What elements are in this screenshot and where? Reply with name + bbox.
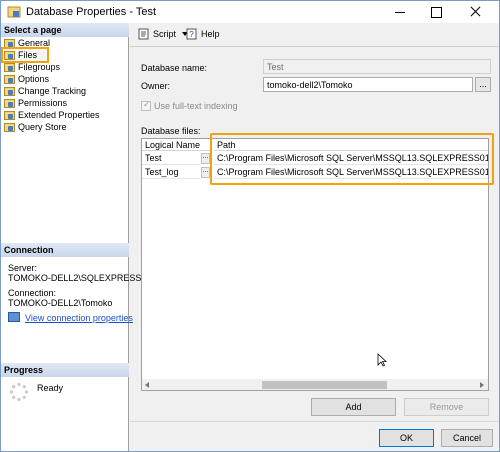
database-name-field: Test <box>263 59 491 74</box>
server-value: TOMOKO-DELL2\SQLEXPRESS0 <box>8 273 147 283</box>
script-icon <box>138 28 149 40</box>
page-item-change-tracking[interactable]: Change Tracking <box>3 85 123 97</box>
page-item-permissions[interactable]: Permissions <box>3 97 123 109</box>
page-icon <box>3 74 15 84</box>
connection-value: TOMOKO-DELL2\Tomoko <box>8 298 113 308</box>
title-bar: Database Properties - Test <box>1 1 499 23</box>
database-name-label: Database name: <box>141 63 208 73</box>
column-header-logical-name[interactable]: Logical Name <box>142 139 212 151</box>
maximize-button[interactable] <box>419 1 453 23</box>
page-icon <box>3 38 15 48</box>
cell-ellipsis-button[interactable]: ... <box>201 167 210 178</box>
add-button[interactable]: Add <box>311 398 396 416</box>
page-item-label: Filegroups <box>18 62 61 72</box>
scrollbar-thumb[interactable] <box>262 381 387 389</box>
page-item-filegroups[interactable]: Filegroups <box>3 61 123 73</box>
cell-path[interactable]: C:\Program Files\Microsoft SQL Server\MS… <box>214 152 488 165</box>
page-item-label: Permissions <box>18 98 68 108</box>
page-item-extended-properties[interactable]: Extended Properties <box>3 109 123 121</box>
cell-logical-name[interactable]: Test <box>142 152 200 165</box>
fulltext-checkbox[interactable] <box>141 99 151 111</box>
script-button[interactable]: Script <box>138 28 189 40</box>
page-icon <box>3 98 15 108</box>
scroll-right-icon[interactable] <box>480 382 484 388</box>
page-item-label: Query Store <box>18 122 67 132</box>
script-label: Script <box>153 29 177 39</box>
page-item-label: Options <box>18 74 50 84</box>
help-icon: ? <box>186 28 197 40</box>
close-button[interactable] <box>459 1 493 23</box>
fulltext-label: Use full-text indexing <box>154 101 238 111</box>
scroll-left-icon[interactable] <box>145 382 149 388</box>
left-pane: Select a page General Files Filegroups O… <box>1 23 146 451</box>
page-item-label: Files <box>18 50 38 60</box>
server-label: Server: <box>8 263 38 273</box>
page-item-label: Change Tracking <box>18 86 87 96</box>
owner-field[interactable]: tomoko-dell2\Tomoko <box>263 77 473 92</box>
page-icon <box>3 122 15 132</box>
cell-ellipsis-button[interactable]: ... <box>201 153 210 164</box>
connection-header: Connection <box>1 243 129 257</box>
column-header-path[interactable]: Path <box>214 139 488 151</box>
cancel-button[interactable]: Cancel <box>441 429 493 447</box>
horizontal-scrollbar[interactable] <box>142 379 488 390</box>
database-files-grid[interactable]: Logical Name Path Test ... C:\Program Fi… <box>141 138 489 391</box>
minimize-button[interactable] <box>383 1 417 23</box>
database-icon <box>7 6 21 18</box>
select-page-header: Select a page <box>1 23 129 37</box>
page-item-label: General <box>18 38 51 48</box>
help-button[interactable]: ? Help <box>186 28 220 40</box>
page-item-label: Extended Properties <box>18 110 100 120</box>
database-files-label: Database files: <box>141 126 201 136</box>
owner-browse-button[interactable]: ... <box>475 77 491 92</box>
page-icon <box>3 50 15 60</box>
owner-label: Owner: <box>141 81 171 91</box>
connection-properties-icon <box>8 312 20 322</box>
page-item-query-store[interactable]: Query Store <box>3 121 123 133</box>
help-label: Help <box>201 29 220 39</box>
database-properties-window: Database Properties - Test Select a page… <box>0 0 500 452</box>
cell-logical-name[interactable]: Test_log <box>142 166 200 179</box>
page-icon <box>3 62 15 72</box>
progress-status: Ready <box>37 383 64 393</box>
page-item-files[interactable]: Files <box>1 47 49 63</box>
page-icon <box>3 110 15 120</box>
page-item-options[interactable]: Options <box>3 73 123 85</box>
connection-label: Connection: <box>8 288 57 298</box>
footer-divider <box>130 421 499 422</box>
progress-header: Progress <box>1 363 129 377</box>
mouse-cursor-icon <box>377 353 387 367</box>
toolbar: Script ? Help <box>130 23 499 47</box>
progress-spinner-icon <box>9 382 29 402</box>
remove-button[interactable]: Remove <box>404 398 489 416</box>
view-connection-properties-link[interactable]: View connection properties <box>25 313 133 323</box>
page-icon <box>3 86 15 96</box>
window-title: Database Properties - Test <box>26 6 157 18</box>
ok-button[interactable]: OK <box>379 429 434 447</box>
page-item-general[interactable]: General <box>3 37 123 49</box>
cell-path[interactable]: C:\Program Files\Microsoft SQL Server\MS… <box>214 166 488 179</box>
svg-text:?: ? <box>189 30 194 39</box>
